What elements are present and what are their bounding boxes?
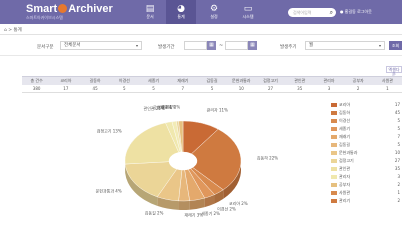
pie-slice-label: 코리아 2% — [229, 200, 248, 206]
legend-label: 문헌과통과 — [339, 150, 358, 155]
legend-label: 사원관 — [339, 190, 351, 195]
legend-item[interactable]: 관리자 3 — [331, 173, 402, 181]
pie-slice-label: 관리기 2% — [161, 104, 180, 110]
legend-label: 관리기 — [339, 198, 351, 203]
legend-item[interactable]: 코리아 17 — [331, 101, 402, 109]
pie-slice-label: 김동길 2% — [145, 210, 164, 216]
legend-item[interactable]: 김동길 5 — [331, 141, 402, 149]
legend-swatch — [331, 199, 337, 203]
legend-value: 2 — [397, 198, 400, 203]
legend-value: 1 — [397, 190, 400, 195]
legend-swatch — [331, 111, 337, 115]
legend-item[interactable]: 이경선 5 — [331, 117, 402, 125]
pie-slice-side — [178, 200, 190, 210]
legend-swatch — [331, 167, 337, 171]
legend-item[interactable]: 관인관 35 — [331, 165, 402, 173]
pie-slice-label: 재래기 3% — [184, 211, 203, 217]
legend-swatch — [331, 175, 337, 179]
pie-slice-label: 이경선 2% — [217, 205, 236, 211]
legend-swatch — [331, 183, 337, 187]
legend-label: 검정고기 — [339, 158, 354, 163]
legend-item[interactable]: 사원관 1 — [331, 189, 402, 197]
legend-item[interactable]: 문헌과통과 10 — [331, 149, 402, 157]
chart-legend: 코리아 17 김동하 45 이경선 5 세종기 5 재래기 7 김동길 5 문헌과통과 10 검정고기 27 관… — [331, 101, 402, 205]
legend-value: 35 — [394, 166, 400, 171]
pie-slice-label: 세종기 2% — [201, 210, 220, 216]
legend-label: 이경선 — [339, 118, 351, 123]
pie-slice-label: 검정고기 13% — [97, 127, 122, 133]
legend-item[interactable]: 재래기 7 — [331, 133, 402, 141]
legend-value: 17 — [394, 102, 400, 107]
legend-value: 3 — [397, 174, 400, 179]
legend-value: 5 — [397, 126, 400, 131]
legend-label: 코리아 — [339, 102, 351, 107]
legend-item[interactable]: 관리기 2 — [331, 197, 402, 205]
legend-swatch — [331, 151, 337, 155]
legend-swatch — [331, 103, 337, 107]
legend-swatch — [331, 159, 337, 163]
legend-label: 세종기 — [339, 126, 351, 131]
legend-swatch — [331, 127, 337, 131]
legend-value: 7 — [397, 134, 400, 139]
legend-swatch — [331, 135, 337, 139]
pie-slice-label: 문헌과통과 4% — [96, 188, 122, 194]
legend-swatch — [331, 191, 337, 195]
legend-value: 5 — [397, 142, 400, 147]
legend-label: 김동하 — [339, 110, 351, 115]
legend-value: 10 — [394, 150, 400, 155]
legend-label: 김동길 — [339, 142, 351, 147]
legend-item[interactable]: 김동하 45 — [331, 109, 402, 117]
legend-label: 공부자 — [339, 182, 351, 187]
legend-label: 관리자 — [339, 174, 351, 179]
legend-item[interactable]: 공부자 2 — [331, 181, 402, 189]
legend-item[interactable]: 세종기 5 — [331, 125, 402, 133]
legend-value: 5 — [397, 118, 400, 123]
legend-value: 27 — [394, 158, 400, 163]
legend-item[interactable]: 검정고기 27 — [331, 157, 402, 165]
legend-value: 2 — [397, 182, 400, 187]
legend-swatch — [331, 143, 337, 147]
legend-label: 관인관 — [339, 166, 351, 171]
legend-label: 재래기 — [339, 134, 351, 139]
pie-slice-label: 김동하 22% — [257, 154, 278, 160]
legend-value: 45 — [394, 110, 400, 115]
pie-hole — [169, 152, 197, 170]
legend-swatch — [331, 119, 337, 123]
pie-slice-label: 관리자 11% — [207, 106, 228, 112]
